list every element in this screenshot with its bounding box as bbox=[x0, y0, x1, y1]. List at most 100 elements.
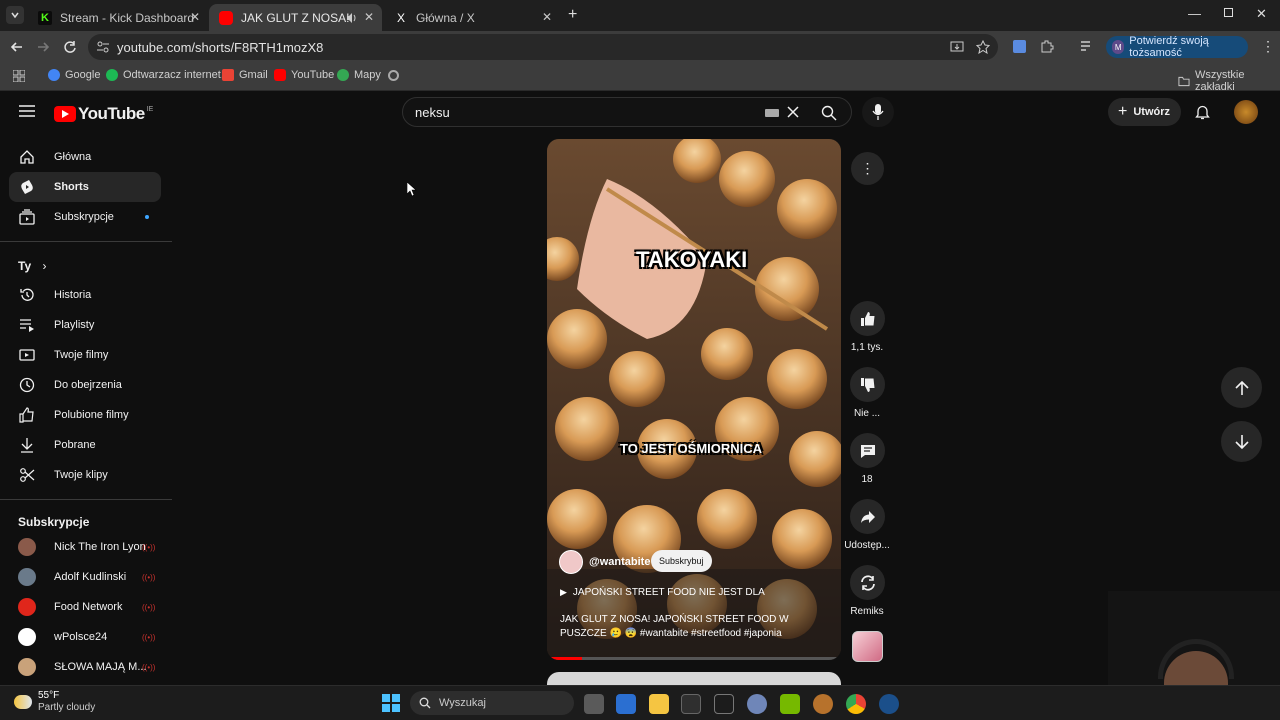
account-avatar[interactable] bbox=[1234, 100, 1258, 124]
next-short-button[interactable] bbox=[1221, 421, 1262, 462]
tab-kick-dashboard[interactable]: K Stream - Kick Dashboard ✕ bbox=[28, 4, 208, 31]
sidebar-item-your-clips[interactable]: Twoje klipy bbox=[9, 460, 161, 490]
search-box[interactable]: neksu bbox=[402, 97, 852, 127]
forward-button[interactable] bbox=[32, 36, 54, 58]
sidebar-sub-channel[interactable]: Nick The Iron Lyon bbox=[9, 532, 161, 562]
arrow-up-icon bbox=[1234, 380, 1249, 395]
back-button[interactable] bbox=[6, 36, 28, 58]
sidebar-sub-channel[interactable]: wPolsce24 bbox=[9, 622, 161, 652]
store-icon[interactable] bbox=[616, 694, 636, 714]
verify-identity-button[interactable]: M Potwierdź swoją tożsamość bbox=[1106, 35, 1248, 59]
tab-youtube-short[interactable]: JAK GLUT Z NOSA! JAPOŃS ✕ bbox=[209, 4, 382, 31]
sidebar-sub-channel[interactable]: Food Network bbox=[9, 592, 161, 622]
taskbar-search-box[interactable]: Wyszukaj bbox=[410, 691, 574, 715]
browser-toolbar: youtube.com/shorts/F8RTH1mozX8 M Potwier… bbox=[0, 31, 1280, 62]
bookmark-star-icon[interactable] bbox=[976, 40, 990, 54]
restore-window-icon[interactable] bbox=[1224, 8, 1233, 17]
bookmark-gmail[interactable]: Gmail bbox=[222, 69, 268, 81]
scissors-icon bbox=[18, 466, 36, 484]
sidebar-item-your-videos[interactable]: Twoje filmy bbox=[9, 340, 161, 370]
close-window-icon[interactable]: ✕ bbox=[1256, 6, 1267, 22]
hamburger-menu-icon[interactable] bbox=[19, 105, 35, 117]
start-button[interactable] bbox=[382, 694, 400, 712]
sidebar-item-downloads[interactable]: Pobrane bbox=[9, 430, 161, 460]
progress-track[interactable] bbox=[547, 657, 841, 660]
task-view-icon[interactable] bbox=[584, 694, 604, 714]
notepad-app-icon[interactable] bbox=[681, 694, 701, 714]
sidebar-item-liked-videos[interactable]: Polubione filmy bbox=[9, 400, 161, 430]
share-button[interactable] bbox=[850, 499, 885, 534]
sidebar-item-shorts[interactable]: Shorts bbox=[9, 172, 161, 202]
short-video-player[interactable]: TAKOYAKI TO JEST OŚMIORNICA @wantabite S… bbox=[547, 139, 841, 660]
live-indicator-icon: ((•)) bbox=[142, 543, 156, 552]
translate-icon[interactable] bbox=[1013, 40, 1026, 53]
keyboard-icon[interactable] bbox=[765, 109, 779, 117]
game-app-icon[interactable] bbox=[813, 694, 833, 714]
channel-name[interactable]: @wantabite bbox=[589, 556, 650, 568]
dislike-button[interactable] bbox=[850, 367, 885, 402]
sidebar-item-home[interactable]: Główna bbox=[9, 142, 161, 172]
app-icon[interactable] bbox=[714, 694, 734, 714]
you-section-title[interactable]: Ty › bbox=[18, 259, 46, 273]
file-explorer-icon[interactable] bbox=[649, 694, 669, 714]
related-video-link[interactable]: ▶ JAPOŃSKI STREET FOOD NIE JEST DLA bbox=[560, 587, 765, 598]
tab-search-button[interactable] bbox=[6, 6, 24, 24]
bookmark-google[interactable]: Google bbox=[48, 69, 100, 81]
weather-widget[interactable]: 55°F Partly cloudy bbox=[14, 690, 95, 714]
google-icon bbox=[48, 69, 60, 81]
sidebar-item-history[interactable]: Historia bbox=[9, 280, 161, 310]
sidebar-item-watch-later[interactable]: Do obejrzenia bbox=[9, 370, 161, 400]
subscribe-button[interactable]: Subskrybuj bbox=[651, 550, 712, 572]
clear-search-icon[interactable] bbox=[786, 105, 800, 119]
close-tab-icon[interactable]: ✕ bbox=[364, 10, 374, 24]
sidebar-sub-channel[interactable]: SŁOWA MAJĄ M... bbox=[9, 652, 161, 682]
voice-search-button[interactable] bbox=[862, 97, 894, 127]
more-options-button[interactable]: ⋮ bbox=[851, 152, 884, 185]
webcam-overlay bbox=[1108, 591, 1280, 685]
search-icon[interactable] bbox=[821, 105, 837, 121]
settings-gear-icon[interactable] bbox=[747, 694, 767, 714]
youtube-icon bbox=[274, 69, 286, 81]
bookmark-youtube[interactable]: YouTube bbox=[274, 69, 334, 81]
reload-button[interactable] bbox=[59, 36, 81, 58]
nvidia-icon[interactable] bbox=[780, 694, 800, 714]
tab-x-home[interactable]: X Główna / X ✕ bbox=[384, 4, 560, 31]
sidebar-item-subscriptions[interactable]: Subskrypcje bbox=[9, 202, 161, 232]
close-tab-icon[interactable]: ✕ bbox=[190, 10, 200, 24]
address-bar[interactable]: youtube.com/shorts/F8RTH1mozX8 bbox=[88, 34, 998, 60]
comments-button[interactable] bbox=[850, 433, 885, 468]
sidebar-sub-channel[interactable]: Adolf Kudlinski bbox=[9, 562, 161, 592]
media-controls-icon[interactable] bbox=[1080, 40, 1094, 52]
previous-short-button[interactable] bbox=[1221, 367, 1262, 408]
youtube-page: YouTube IE neksu + Utwórz Główna Shorts … bbox=[0, 91, 1280, 685]
new-tab-button[interactable]: + bbox=[568, 6, 577, 24]
minimize-window-icon[interactable]: — bbox=[1188, 6, 1201, 21]
youtube-logo[interactable]: YouTube IE bbox=[54, 104, 153, 124]
site-info-icon[interactable] bbox=[96, 40, 110, 54]
install-app-icon[interactable] bbox=[950, 40, 964, 54]
browser-menu-icon[interactable]: ⋮ bbox=[1261, 38, 1275, 55]
chrome-icon[interactable] bbox=[846, 694, 866, 714]
sound-thumbnail[interactable] bbox=[852, 631, 883, 662]
search-input[interactable]: neksu bbox=[415, 105, 450, 120]
all-bookmarks-folder[interactable]: Wszystkie zakładki bbox=[1178, 69, 1280, 93]
like-button[interactable] bbox=[850, 301, 885, 336]
sidebar-divider bbox=[0, 499, 172, 500]
extensions-icon[interactable] bbox=[1040, 39, 1054, 53]
globe-icon[interactable] bbox=[388, 70, 399, 81]
bookmark-spotify[interactable]: Odtwarzacz internet... bbox=[106, 69, 230, 81]
close-tab-icon[interactable]: ✕ bbox=[542, 10, 552, 24]
create-button[interactable]: + Utwórz bbox=[1108, 98, 1181, 126]
remix-button[interactable] bbox=[850, 565, 885, 600]
sidebar-item-playlists[interactable]: Playlisty bbox=[9, 310, 161, 340]
playlist-icon bbox=[18, 316, 36, 334]
channel-avatar bbox=[18, 658, 36, 676]
taskbar-search-placeholder: Wyszukaj bbox=[439, 697, 486, 709]
steam-icon[interactable] bbox=[879, 694, 899, 714]
speaker-icon[interactable] bbox=[346, 12, 358, 24]
notifications-bell-icon[interactable] bbox=[1195, 104, 1210, 120]
bookmark-maps[interactable]: Mapy bbox=[337, 69, 381, 81]
maps-pin-icon bbox=[337, 69, 349, 81]
channel-avatar[interactable] bbox=[559, 550, 583, 574]
apps-grid-icon[interactable] bbox=[13, 70, 25, 82]
